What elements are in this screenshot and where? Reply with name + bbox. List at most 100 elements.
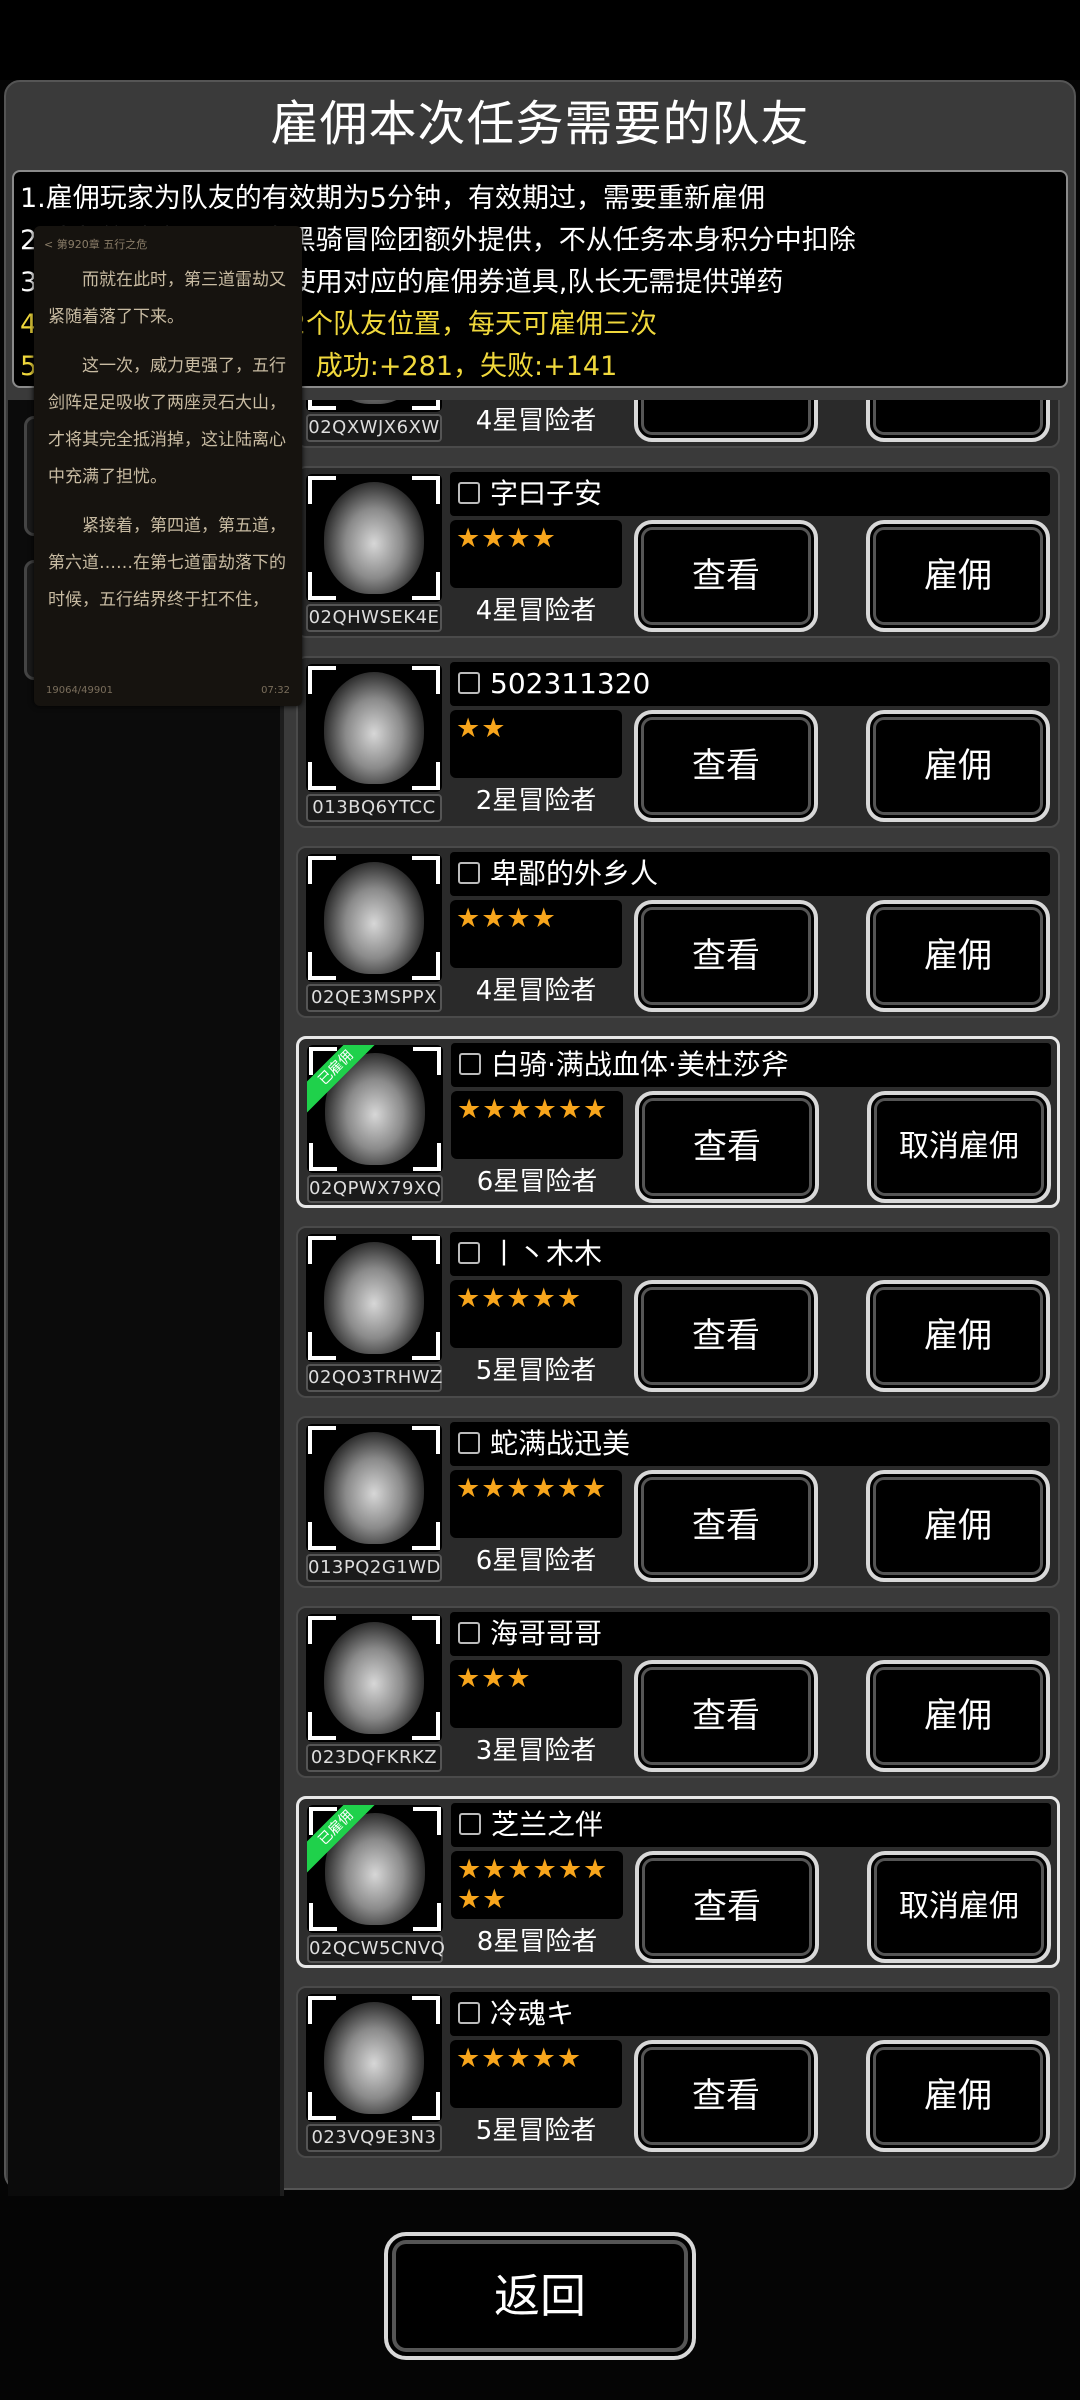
player-row: 已雇佣 02QCW5CNVQ 芝兰之伴 ★★★★★★★★ 8星冒险者 查看 取消… bbox=[296, 1796, 1060, 1968]
player-row: 02QXWJX6XW ★★★★ 4星冒险者 查看 雇佣 bbox=[296, 400, 1060, 448]
frame-corner bbox=[412, 2092, 440, 2120]
star-rating: ★★ bbox=[456, 713, 507, 744]
view-button[interactable]: 查看 bbox=[634, 900, 818, 1012]
portrait-image bbox=[324, 1622, 424, 1734]
player-name-bar: 蛇满战迅美 bbox=[450, 1422, 1050, 1466]
frame-corner bbox=[413, 1903, 441, 1931]
view-button[interactable]: 查看 bbox=[634, 520, 818, 632]
player-row: 013PQ2G1WD 蛇满战迅美 ★★★★★★ 6星冒险者 查看 雇佣 bbox=[296, 1416, 1060, 1588]
player-name: 海哥哥哥 bbox=[490, 1617, 603, 1650]
portrait-image bbox=[324, 862, 424, 974]
frame-corner bbox=[412, 572, 440, 600]
player-name: 白骑·满战血体·美杜莎斧 bbox=[491, 1048, 789, 1081]
rank-icon bbox=[458, 1242, 480, 1264]
frame-corner bbox=[412, 400, 440, 410]
player-name: 冷魂キ bbox=[490, 1997, 575, 2030]
cancel-hire-button[interactable]: 取消雇佣 bbox=[867, 1851, 1051, 1963]
player-row: 02QE3MSPPX 卑鄙的外乡人 ★★★★ 4星冒险者 查看 雇佣 bbox=[296, 846, 1060, 1018]
rank-icon bbox=[458, 1622, 480, 1644]
frame-corner bbox=[308, 1236, 336, 1264]
portrait-image bbox=[324, 1432, 424, 1544]
view-button[interactable]: 查看 bbox=[634, 400, 818, 442]
hire-button[interactable]: 雇佣 bbox=[866, 400, 1050, 442]
rank-icon bbox=[458, 2002, 480, 2024]
hire-button[interactable]: 雇佣 bbox=[866, 1470, 1050, 1582]
star-rating: ★★★ bbox=[456, 1663, 532, 1694]
star-rating: ★★★★★ bbox=[456, 2043, 583, 2074]
cancel-hire-button[interactable]: 取消雇佣 bbox=[867, 1091, 1051, 1203]
player-name: 502311320 bbox=[490, 667, 651, 700]
frame-corner bbox=[412, 952, 440, 980]
view-button[interactable]: 查看 bbox=[634, 2040, 818, 2152]
player-uid: 023VQ9E3N3 bbox=[306, 2124, 442, 2152]
frame-corner bbox=[308, 1332, 336, 1360]
player-avatar bbox=[306, 1234, 442, 1362]
player-list[interactable]: 02QXWJX6XW ★★★★ 4星冒险者 查看 雇佣 02QHWSEK4E 字… bbox=[292, 400, 1064, 2196]
star-rating: ★★★★★★ bbox=[456, 1473, 608, 1504]
star-rating: ★★★★ bbox=[456, 523, 557, 554]
view-button[interactable]: 查看 bbox=[634, 1280, 818, 1392]
frame-corner bbox=[412, 1522, 440, 1550]
player-name: 蛇满战迅美 bbox=[490, 1427, 631, 1460]
reader-time: 07:32 bbox=[261, 685, 290, 696]
star-box: ★★★★★ bbox=[450, 2040, 622, 2108]
star-box: ★★ bbox=[450, 710, 622, 778]
star-rating: ★★★★ bbox=[456, 903, 557, 934]
player-uid: 02QHWSEK4E bbox=[306, 604, 442, 632]
frame-corner bbox=[412, 1236, 440, 1264]
hire-button[interactable]: 雇佣 bbox=[866, 520, 1050, 632]
frame-corner bbox=[412, 1996, 440, 2024]
frame-corner bbox=[412, 856, 440, 884]
hire-button[interactable]: 雇佣 bbox=[866, 1660, 1050, 1772]
player-level: 6星冒险者 bbox=[476, 1167, 598, 1197]
player-level: 5星冒险者 bbox=[475, 1356, 597, 1386]
player-name: 字曰子安 bbox=[490, 477, 603, 510]
frame-corner bbox=[308, 666, 336, 694]
view-button[interactable]: 查看 bbox=[634, 1470, 818, 1582]
top-status-area bbox=[0, 0, 1080, 80]
floating-reader-window[interactable]: < 第920章 五行之危 而就在此时，第三道雷劫又紧随着落了下来。 这一次，威力… bbox=[34, 226, 302, 706]
player-name: 芝兰之伴 bbox=[491, 1808, 604, 1841]
frame-corner bbox=[412, 1426, 440, 1454]
frame-corner bbox=[412, 762, 440, 790]
player-name-bar: 冷魂キ bbox=[450, 1992, 1050, 2036]
player-uid: 013BQ6YTCC bbox=[306, 794, 442, 822]
view-button[interactable]: 查看 bbox=[635, 1851, 819, 1963]
player-uid: 02QXWJX6XW bbox=[306, 414, 442, 442]
player-avatar: 已雇佣 bbox=[307, 1805, 443, 1933]
player-row: 02QHWSEK4E 字曰子安 ★★★★ 4星冒险者 查看 雇佣 bbox=[296, 466, 1060, 638]
rank-icon bbox=[459, 1813, 481, 1835]
frame-corner bbox=[308, 476, 336, 504]
frame-corner bbox=[308, 2092, 336, 2120]
rank-icon bbox=[459, 1053, 481, 1075]
player-name-bar: 芝兰之伴 bbox=[451, 1803, 1051, 1847]
player-name-bar: 白骑·满战血体·美杜莎斧 bbox=[451, 1043, 1051, 1087]
hire-button[interactable]: 雇佣 bbox=[866, 1280, 1050, 1392]
frame-corner bbox=[308, 572, 336, 600]
view-button[interactable]: 查看 bbox=[634, 710, 818, 822]
back-button[interactable]: 返回 bbox=[384, 2232, 696, 2360]
player-uid: 02QPWX79XQ bbox=[307, 1175, 443, 1203]
view-button[interactable]: 查看 bbox=[635, 1091, 819, 1203]
player-row: 023DQFKRKZ 海哥哥哥 ★★★ 3星冒险者 查看 雇佣 bbox=[296, 1606, 1060, 1778]
frame-corner bbox=[308, 1426, 336, 1454]
frame-corner bbox=[412, 476, 440, 504]
hire-button[interactable]: 雇佣 bbox=[866, 2040, 1050, 2152]
player-avatar bbox=[306, 474, 442, 602]
player-name: 丨丶木木 bbox=[490, 1237, 603, 1270]
player-uid: 02QE3MSPPX bbox=[306, 984, 442, 1012]
reader-paragraph: 紧接着，第四道，第五道，第六道……在第七道雷劫落下的时候，五行结界终于扛不住， bbox=[48, 516, 286, 610]
frame-corner bbox=[412, 666, 440, 694]
player-row: 013BQ6YTCC 502311320 ★★ 2星冒险者 查看 雇佣 bbox=[296, 656, 1060, 828]
player-name: 卑鄙的外乡人 bbox=[490, 857, 659, 890]
player-uid: 02QCW5CNVQ bbox=[307, 1935, 445, 1963]
hire-button[interactable]: 雇佣 bbox=[866, 710, 1050, 822]
player-avatar bbox=[306, 1994, 442, 2122]
reader-paragraph: 而就在此时，第三道雷劫又紧随着落了下来。 bbox=[48, 270, 286, 327]
player-level: 2星冒险者 bbox=[475, 786, 597, 816]
player-avatar bbox=[306, 854, 442, 982]
view-button[interactable]: 查看 bbox=[634, 1660, 818, 1772]
star-box: ★★★★★★ bbox=[451, 1091, 623, 1159]
portrait-image bbox=[324, 672, 424, 784]
hire-button[interactable]: 雇佣 bbox=[866, 900, 1050, 1012]
